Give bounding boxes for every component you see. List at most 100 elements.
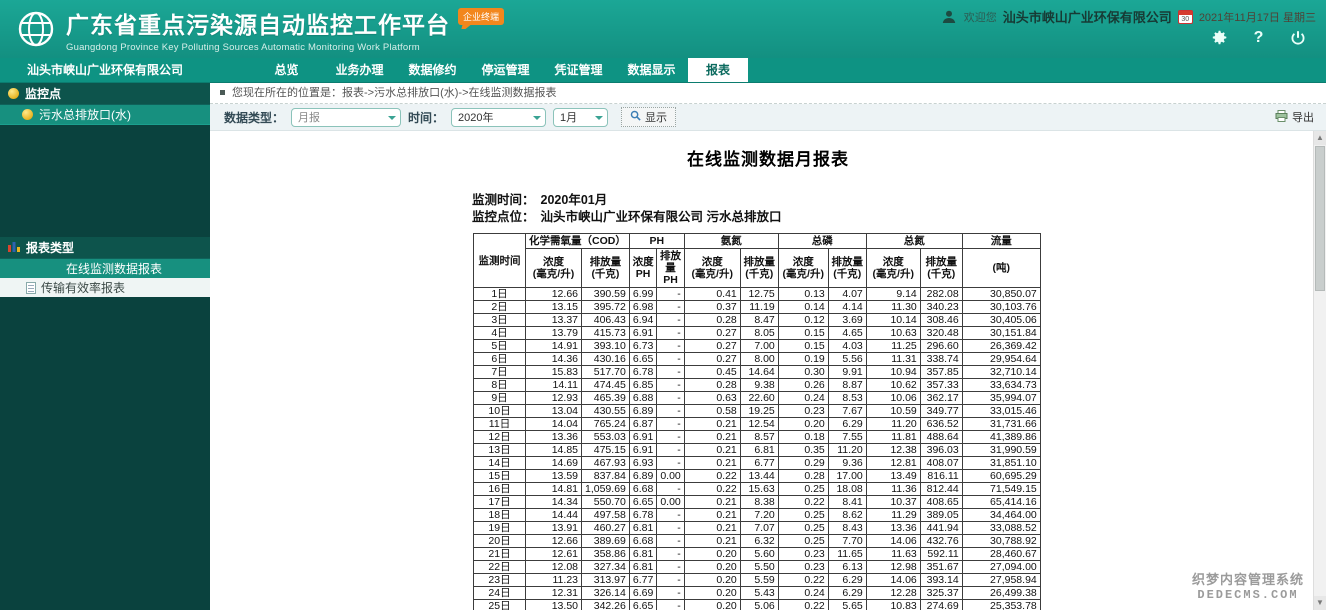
nav-tab-reports[interactable]: 报表: [688, 58, 748, 82]
table-cell: 8.57: [740, 431, 778, 444]
table-cell: 393.10: [582, 340, 630, 353]
table-cell: 6.81: [629, 548, 656, 561]
table-cell: -: [657, 574, 684, 587]
table-cell: 1日: [474, 288, 526, 301]
table-cell: 358.86: [582, 548, 630, 561]
table-cell: 25,353.78: [962, 600, 1040, 610]
nav-tab-overview[interactable]: 总览: [250, 58, 323, 82]
sidebar-item-transmission-rate-report[interactable]: 传输有效率报表: [0, 278, 210, 297]
table-cell: 22.60: [740, 392, 778, 405]
table-cell: 296.60: [920, 340, 962, 353]
table-cell: 13日: [474, 444, 526, 457]
sidebar-item-online-monitoring-report[interactable]: 在线监测数据报表: [0, 259, 210, 278]
show-button[interactable]: 显示: [621, 107, 676, 127]
table-cell: 33,634.73: [962, 379, 1040, 392]
table-row: 10日13.04430.556.89-0.5819.250.237.6710.5…: [474, 405, 1041, 418]
power-icon[interactable]: [1289, 29, 1306, 46]
table-cell: -: [657, 483, 684, 496]
column-group-header: 氨氮: [684, 234, 778, 249]
table-cell: 0.28: [778, 470, 828, 483]
sidebar-item-wastewater-outlet[interactable]: 污水总排放口(水): [0, 105, 210, 125]
table-cell: 65,414.16: [962, 496, 1040, 509]
table-row: 21日12.61358.866.81-0.205.600.2311.6511.6…: [474, 548, 1041, 561]
table-cell: 0.18: [778, 431, 828, 444]
nav-tab-business[interactable]: 业务办理: [323, 58, 396, 82]
table-cell: 14.11: [526, 379, 582, 392]
table-cell: 517.70: [582, 366, 630, 379]
table-cell: 6.77: [629, 574, 656, 587]
nav-tab-shutdown[interactable]: 停运管理: [469, 58, 542, 82]
help-icon[interactable]: ?: [1250, 29, 1267, 46]
nav-tab-data-revision[interactable]: 数据修约: [396, 58, 469, 82]
month-select[interactable]: 1月: [553, 108, 608, 127]
table-row: 1日12.66390.596.99-0.4112.750.134.079.142…: [474, 288, 1041, 301]
table-cell: 19.25: [740, 405, 778, 418]
nav-tab-data-display[interactable]: 数据显示: [615, 58, 688, 82]
table-cell: 475.15: [582, 444, 630, 457]
table-cell: 11.30: [866, 301, 920, 314]
scroll-down-icon[interactable]: ▼: [1314, 596, 1326, 610]
year-select[interactable]: 2020年: [451, 108, 546, 127]
table-cell: 14.91: [526, 340, 582, 353]
table-cell: 395.72: [582, 301, 630, 314]
table-cell: 9.91: [828, 366, 866, 379]
table-cell: -: [657, 353, 684, 366]
column-group-header: 总氮: [866, 234, 962, 249]
header-company-name[interactable]: 汕头市峡山广业环保有限公司: [1003, 7, 1172, 26]
table-cell: 14.64: [740, 366, 778, 379]
table-cell: 408.07: [920, 457, 962, 470]
table-cell: 320.48: [920, 327, 962, 340]
vertical-scrollbar[interactable]: ▲ ▼: [1313, 131, 1326, 610]
table-cell: -: [657, 340, 684, 353]
table-cell: 553.03: [582, 431, 630, 444]
scrollbar-thumb[interactable]: [1315, 146, 1325, 291]
table-cell: 5.50: [740, 561, 778, 574]
table-cell: 13.15: [526, 301, 582, 314]
table-cell: -: [657, 522, 684, 535]
table-cell: 4.65: [828, 327, 866, 340]
table-cell: 29,954.64: [962, 353, 1040, 366]
table-row: 22日12.08327.346.81-0.205.500.236.1312.98…: [474, 561, 1041, 574]
data-type-select[interactable]: 月报: [291, 108, 401, 127]
table-row: 18日14.44497.586.78-0.217.200.258.6211.29…: [474, 509, 1041, 522]
table-cell: 27,958.94: [962, 574, 1040, 587]
table-row: 8日14.11474.456.85-0.289.380.268.8710.623…: [474, 379, 1041, 392]
table-cell: 396.03: [920, 444, 962, 457]
table-cell: -: [657, 327, 684, 340]
table-cell: 0.22: [778, 496, 828, 509]
table-cell: 19日: [474, 522, 526, 535]
table-cell: 0.21: [684, 431, 740, 444]
table-row: 5日14.91393.106.73-0.277.000.154.0311.252…: [474, 340, 1041, 353]
table-cell: 0.63: [684, 392, 740, 405]
table-cell: 14.34: [526, 496, 582, 509]
table-row: 2日13.15395.726.98-0.3711.190.144.1411.30…: [474, 301, 1041, 314]
report-title: 在线监测数据月报表: [210, 145, 1326, 170]
table-row: 23日11.23313.976.77-0.205.590.226.2914.06…: [474, 574, 1041, 587]
table-cell: 0.20: [684, 600, 740, 610]
table-cell: 8.47: [740, 314, 778, 327]
settings-gear-icon[interactable]: [1211, 29, 1228, 46]
chevron-down-icon: [388, 116, 396, 120]
table-cell: 13.36: [526, 431, 582, 444]
scroll-up-icon[interactable]: ▲: [1314, 131, 1326, 145]
table-cell: 33,015.46: [962, 405, 1040, 418]
chevron-down-icon: [595, 116, 603, 120]
table-cell: -: [657, 587, 684, 600]
table-cell: 15日: [474, 470, 526, 483]
table-cell: 0.13: [778, 288, 828, 301]
report-meta-time: 监测时间：2020年01月: [472, 192, 1326, 209]
table-cell: 10日: [474, 405, 526, 418]
table-cell: 550.70: [582, 496, 630, 509]
welcome-text: 欢迎您: [964, 9, 997, 25]
column-group-header: 总磷: [778, 234, 866, 249]
breadcrumb: 您现在所在的位置是：报表->污水总排放口(水)->在线监测数据报表: [210, 83, 1326, 104]
nav-tab-voucher[interactable]: 凭证管理: [542, 58, 615, 82]
table-cell: 0.00: [657, 496, 684, 509]
table-cell: 4日: [474, 327, 526, 340]
table-cell: 467.93: [582, 457, 630, 470]
export-button[interactable]: 导出: [1275, 109, 1314, 125]
globe-icon: [8, 88, 19, 99]
table-cell: 1,059.69: [582, 483, 630, 496]
table-cell: 12.08: [526, 561, 582, 574]
table-cell: 465.39: [582, 392, 630, 405]
